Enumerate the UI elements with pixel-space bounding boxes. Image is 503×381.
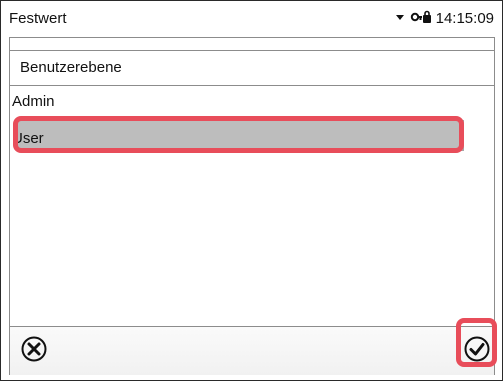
dialog-title: Benutzerebene <box>20 59 122 76</box>
dialog-footer <box>10 326 494 375</box>
key-lock-icon <box>410 8 432 31</box>
dropdown-arrow-icon <box>394 10 406 28</box>
dialog-header: Benutzerebene <box>10 50 494 86</box>
cancel-button[interactable] <box>18 335 50 367</box>
user-level-dialog: Benutzerebene Admin User <box>9 37 497 375</box>
confirm-button-highlight <box>456 318 497 367</box>
option-admin[interactable]: Admin <box>10 85 494 119</box>
option-admin-label: Admin <box>12 93 55 110</box>
selected-option-highlight <box>13 116 464 153</box>
device-screen: Festwert 14:15:09 Benutzerebene Admin Us… <box>0 0 503 381</box>
status-indicators: 14:15:09 <box>394 10 494 28</box>
status-bar: Festwert 14:15:09 <box>1 1 502 37</box>
screen-title: Festwert <box>9 10 67 27</box>
cancel-circle-x-icon <box>20 335 48 368</box>
clock-time: 14:15:09 <box>435 10 494 27</box>
